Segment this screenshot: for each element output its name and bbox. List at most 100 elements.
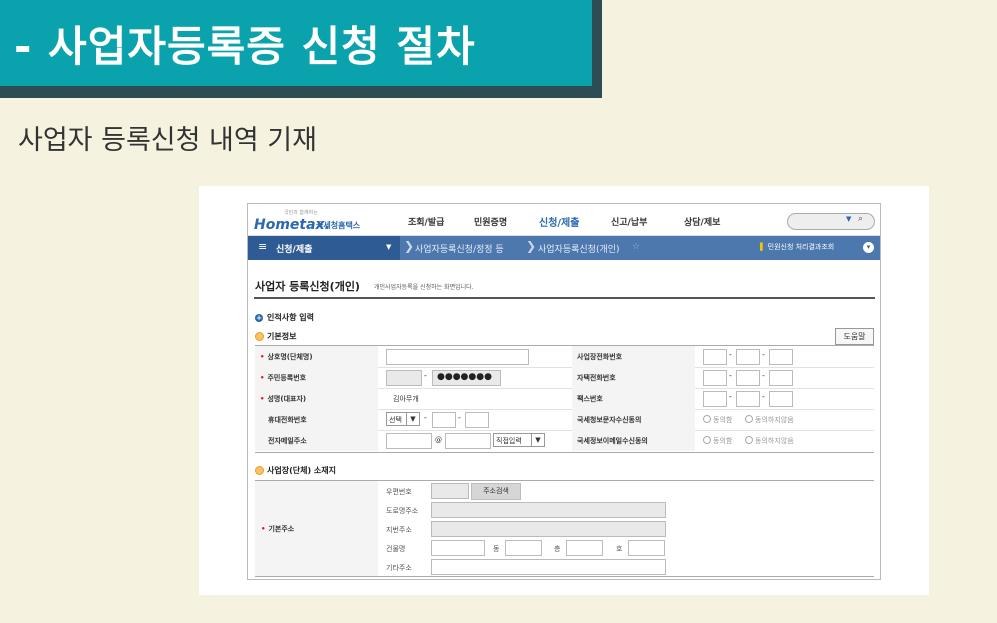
floor-label: 층: [554, 545, 561, 553]
building-label: 건물명: [386, 545, 406, 553]
banner-shadow: - 사업자등록증 신청 절차: [0, 0, 602, 98]
chevron-right-icon: ❯: [404, 239, 415, 253]
ho-input[interactable]: [628, 540, 665, 556]
menu-item-inquiry[interactable]: 조회/발급: [408, 215, 444, 228]
radio-icon: [745, 436, 753, 444]
label-cell: • 상호명(단체명): [255, 346, 378, 367]
resident-number-back[interactable]: ●●●●●●●: [432, 370, 501, 386]
email-disagree-label: 동의하지않음: [755, 437, 794, 445]
form-row: 휴대전화번호 선택 ▼ - - 국세청보문자수신동의 동의함 동의하지않음: [255, 409, 874, 431]
sms-disagree-label: 동의하지않음: [755, 416, 794, 424]
dash: -: [729, 392, 732, 401]
address-search-button[interactable]: 주소검색: [471, 483, 521, 500]
chevron-right-icon: ❯: [526, 239, 537, 253]
section-basic-info: 기본정보: [255, 331, 296, 342]
chevron-down-icon[interactable]: ▼: [406, 413, 419, 425]
search-input[interactable]: ▼ ⌕: [787, 213, 875, 230]
form-row: • 주민등록번호 - ●●●●●●● 자택전화번호 - -: [255, 367, 874, 389]
mobile-prefix-select[interactable]: 선택 ▼: [386, 412, 420, 426]
label-cell: • 주민등록번호: [255, 367, 378, 388]
home-phone-part1[interactable]: [703, 370, 727, 386]
nav-current-menu[interactable]: ≡ 신청/제출 ▼: [248, 236, 400, 260]
zip-label: 우편번호: [386, 488, 412, 496]
sms-consent-label: 국세청보문자수신동의: [577, 416, 642, 424]
home-phone-part2[interactable]: [736, 370, 760, 386]
email-domain-select[interactable]: 직접입력 ▼: [493, 433, 545, 447]
road-address-input[interactable]: [431, 502, 666, 518]
menu-item-apply[interactable]: 신청/제출: [539, 214, 579, 229]
email-id-input[interactable]: [386, 433, 432, 449]
menu-item-consult[interactable]: 상담/제보: [684, 215, 720, 228]
business-phone-part3[interactable]: [769, 349, 793, 365]
email-consent-label: 국세정보이메일수신동의: [577, 437, 648, 445]
resident-number-front[interactable]: [386, 370, 422, 386]
email-agree-label: 동의함: [713, 437, 733, 445]
mobile-part3[interactable]: [465, 412, 489, 428]
form-row: 전자메일주소 @ 직접입력 ▼ 국세정보이메일수신동의 동의함 동의하지않음: [255, 430, 874, 451]
business-phone-part1[interactable]: [703, 349, 727, 365]
expand-icon[interactable]: ▾: [863, 242, 874, 253]
help-button[interactable]: 도움말: [835, 328, 874, 345]
fax-part3[interactable]: [769, 391, 793, 407]
business-name-label-text: 상호명(단체명): [267, 353, 313, 361]
dash: -: [458, 413, 461, 422]
menu-item-tax-filing[interactable]: 신고/납부: [611, 215, 647, 228]
result-inquiry-link[interactable]: ▌ 민원신청 처리결과조회: [760, 242, 834, 252]
sms-disagree-radio[interactable]: 동의하지않음: [745, 415, 794, 425]
form-row: • 상호명(단체명) 사업장전화번호 - -: [255, 346, 874, 368]
label-cell: 사업장전화번호: [572, 346, 695, 367]
section-personal-info-label: 인적사항 입력: [267, 313, 314, 322]
result-inquiry-label: 민원신청 처리결과조회: [767, 243, 835, 251]
dash: -: [762, 350, 765, 359]
lot-address-label: 지번주소: [386, 526, 412, 534]
building-input[interactable]: [431, 540, 485, 556]
mobile-prefix-value: 선택: [389, 416, 402, 424]
breadcrumb-item-individual[interactable]: 사업자등록신청(개인): [538, 242, 620, 255]
label-cell: 국세청보문자수신동의: [572, 409, 695, 430]
radio-icon: [703, 436, 711, 444]
dong-input[interactable]: [505, 540, 542, 556]
section-basic-info-label: 기본정보: [267, 332, 297, 341]
representative-name-label: • 성명(대표자): [260, 394, 306, 404]
other-address-input[interactable]: [431, 559, 666, 575]
address-form: • 기본주소 우편번호 주소검색 도로명주소 지번주소 건물명 동 층 호 기타주…: [255, 480, 874, 577]
home-phone-part3[interactable]: [769, 370, 793, 386]
business-phone-label: 사업장전화번호: [577, 353, 623, 361]
business-phone-part2[interactable]: [736, 349, 760, 365]
top-bar: 국민과 함께하는 Hometax. 국세청홈택스 조회/발급 민원증명 신청/제…: [248, 204, 880, 236]
ho-label: 호: [616, 545, 623, 553]
home-phone-label: 자택전화번호: [577, 374, 616, 382]
email-agree-radio[interactable]: 동의함: [703, 436, 732, 446]
dash: -: [424, 371, 427, 380]
fax-part2[interactable]: [736, 391, 760, 407]
basic-info-form: • 상호명(단체명) 사업장전화번호 - - • 주민등록번호 - ●●●●●●…: [255, 345, 874, 453]
bullet-circle-icon: [255, 332, 264, 341]
dash: -: [729, 371, 732, 380]
required-icon: •: [260, 374, 265, 382]
lot-address-input[interactable]: [431, 521, 666, 537]
label-cell: • 기본주소: [255, 481, 378, 576]
dash: -: [762, 371, 765, 380]
email-disagree-radio[interactable]: 동의하지않음: [745, 436, 794, 446]
breadcrumb-item-registration[interactable]: 사업자등록신청/정정 등: [415, 242, 504, 255]
floor-input[interactable]: [566, 540, 603, 556]
banner-title: - 사업자등록증 신청 절차: [14, 21, 476, 71]
sms-agree-radio[interactable]: 동의함: [703, 415, 732, 425]
zip-input[interactable]: [431, 483, 469, 499]
chevron-down-icon[interactable]: ▼: [846, 215, 851, 223]
fax-part1[interactable]: [703, 391, 727, 407]
search-icon[interactable]: ⌕: [858, 214, 863, 224]
label-cell: 팩스번호: [572, 388, 695, 409]
hamburger-icon[interactable]: ≡: [258, 240, 267, 253]
label-cell: • 성명(대표자): [255, 388, 378, 409]
mobile-part2[interactable]: [432, 412, 456, 428]
page-title: 사업자 등록신청(개인): [255, 280, 360, 293]
chevron-down-icon[interactable]: ▼: [531, 434, 544, 446]
at-sign: @: [435, 436, 442, 444]
email-domain-input[interactable]: [445, 433, 491, 449]
caret-down-icon: ▼: [386, 243, 392, 251]
business-name-input[interactable]: [386, 349, 529, 365]
star-icon[interactable]: ☆: [632, 242, 640, 252]
hometax-logo[interactable]: 국민과 함께하는 Hometax. 국세청홈택스: [254, 209, 372, 233]
menu-item-certificate[interactable]: 민원증명: [474, 215, 507, 228]
